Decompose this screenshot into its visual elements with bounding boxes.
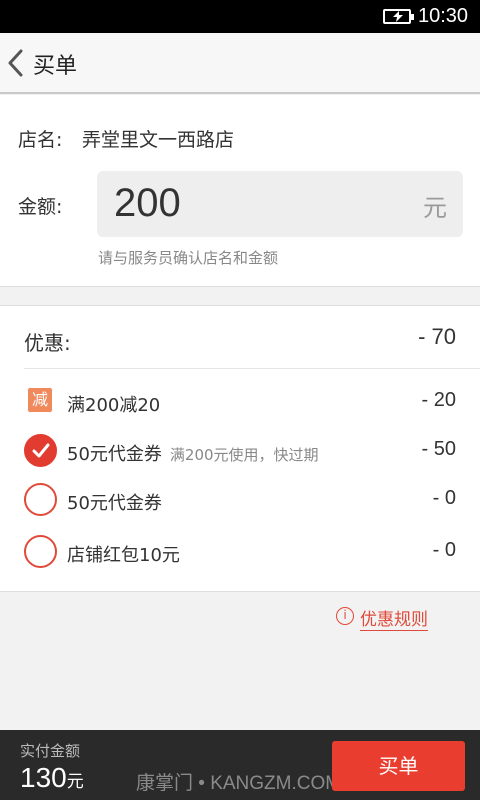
back-arrow-icon[interactable] xyxy=(6,49,26,77)
unchecked-radio-icon[interactable] xyxy=(24,483,57,516)
discount-row-note: 满200元使用，快过期 xyxy=(169,446,319,464)
discount-label: 优惠: xyxy=(24,331,71,355)
status-bar: 10:30 xyxy=(0,0,480,33)
discount-rules-link[interactable]: i 优惠规则 xyxy=(336,605,456,631)
store-label: 店名: xyxy=(18,129,63,151)
discount-rules-label: 优惠规则 xyxy=(360,605,428,631)
pay-amount-value: 130 xyxy=(20,762,67,793)
info-icon: i xyxy=(336,607,354,625)
discount-total: - 70 xyxy=(418,324,456,349)
discount-row-redpacket[interactable]: 店铺红包10元 - 0 xyxy=(0,529,480,575)
amount-unit: 元 xyxy=(423,194,447,222)
store-name: 弄堂里文一西路店 xyxy=(82,129,235,151)
page-title: 买单 xyxy=(33,54,78,79)
amount-input[interactable]: 200 元 xyxy=(97,171,463,237)
discount-row-reduce: 减 满200减20 - 20 xyxy=(0,379,480,425)
pay-amount: 130元 xyxy=(20,762,84,794)
reduce-badge-icon: 减 xyxy=(28,388,52,412)
pay-label: 实付金额 xyxy=(20,742,81,760)
discount-section: 优惠: - 70 减 满200减20 - 20 50元代金券 满200元使用，快过… xyxy=(0,305,480,592)
clock: 10:30 xyxy=(418,5,469,27)
store-info-section: 店名: 弄堂里文一西路店 金额: 200 元 请与服务员确认店名和金额 xyxy=(0,95,480,287)
title-bar: 买单 xyxy=(0,33,480,94)
discount-row-voucher-2[interactable]: 50元代金券 - 0 xyxy=(0,477,480,523)
watermark: 康掌门 • KANGZM.COM xyxy=(136,773,342,794)
discount-row-label: 50元代金券 xyxy=(67,493,162,514)
discount-row-label: 店铺红包10元 xyxy=(67,545,180,566)
amount-hint: 请与服务员确认店名和金额 xyxy=(98,249,279,267)
discount-row-voucher-1[interactable]: 50元代金券 满200元使用，快过期 - 50 xyxy=(0,428,480,474)
discount-row-value: - 0 xyxy=(432,487,456,509)
amount-value: 200 xyxy=(114,181,181,225)
amount-label: 金额: xyxy=(18,196,63,218)
discount-row-label: 50元代金券 xyxy=(67,444,162,465)
pay-unit: 元 xyxy=(66,772,84,791)
discount-row-label: 满200减20 xyxy=(67,395,161,416)
discount-row-value: - 20 xyxy=(421,389,456,411)
divider xyxy=(24,368,480,369)
buy-button[interactable]: 买单 xyxy=(332,741,465,791)
discount-row-value: - 0 xyxy=(432,539,456,561)
discount-row-value: - 50 xyxy=(421,438,456,460)
bottom-bar: 实付金额 130元 康掌门 • KANGZM.COM 买单 xyxy=(0,730,480,800)
battery-icon xyxy=(383,9,414,24)
unchecked-radio-icon[interactable] xyxy=(24,535,57,568)
checked-radio-icon[interactable] xyxy=(24,434,57,467)
